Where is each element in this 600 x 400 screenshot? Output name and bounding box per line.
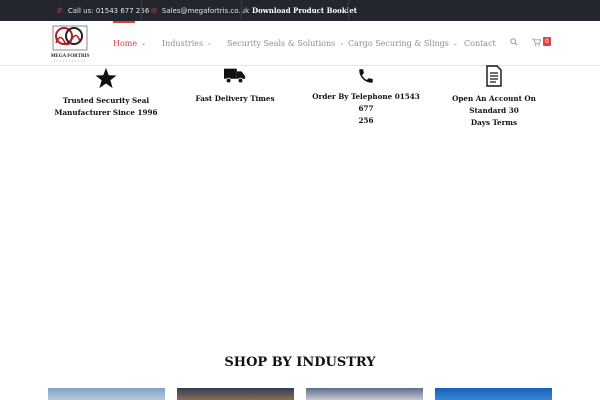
nav-security-seals[interactable]: Security Seals & Solutions ⌄ xyxy=(227,21,344,65)
feature-trusted-line1: Trusted Security Seal xyxy=(62,96,150,105)
chevron-down-icon: ⌄ xyxy=(207,39,213,47)
chevron-down-icon: ⌄ xyxy=(141,39,147,47)
feature-delivery: Fast Delivery Times xyxy=(180,67,290,105)
shop-by-industry-title: SHOP BY INDUSTRY xyxy=(224,355,376,370)
site-header: MEGA FORTRIS Home ⌄ Industries ⌄ Security … xyxy=(0,21,600,66)
booklet-text: Download Product Booklet xyxy=(252,6,358,15)
chevron-down-icon: ⌄ xyxy=(452,39,458,47)
feature-telephone: Order By Telephone 01543 677 256 xyxy=(305,67,427,127)
top-bar: ✆ Call us: 01543 677 256 ✉ Sales@megafor… xyxy=(0,0,600,21)
mail-icon: ✉ xyxy=(151,6,157,15)
truck-icon xyxy=(224,68,246,84)
industry-tile[interactable] xyxy=(306,388,423,400)
phone-text: Call us: 01543 677 256 xyxy=(67,6,150,15)
chevron-down-icon: ⌄ xyxy=(339,39,345,47)
nav-cargo-securing-label: Cargo Securing & Slings xyxy=(348,38,449,48)
feature-account-line2: Days Terms xyxy=(470,118,518,127)
divider xyxy=(241,0,242,21)
email-text: Sales@megafortris.co.uk xyxy=(161,6,250,15)
phone-icon xyxy=(359,69,373,83)
divider xyxy=(348,0,349,21)
feature-delivery-line1: Fast Delivery Times xyxy=(195,94,275,103)
nav-contact[interactable]: Contact xyxy=(464,21,496,65)
search-icon[interactable] xyxy=(510,38,518,46)
phone-contact[interactable]: ✆ Call us: 01543 677 256 xyxy=(57,0,149,21)
cart-icon xyxy=(532,37,541,46)
nav-home-label: Home xyxy=(113,38,138,48)
feature-trusted-line2: Manufacturer Since 1996 xyxy=(54,108,158,117)
nav-security-seals-label: Security Seals & Solutions xyxy=(227,38,336,48)
industry-tile[interactable] xyxy=(435,388,552,400)
star-icon xyxy=(95,67,117,89)
feature-account: Open An Account On Standard 30 Days Term… xyxy=(433,65,555,129)
cart-count-badge: 0 xyxy=(543,37,551,46)
booklet-link[interactable]: Download Product Booklet xyxy=(252,0,357,21)
phone-icon: ✆ xyxy=(57,6,63,15)
divider xyxy=(141,0,142,21)
logo-mark: MEGA FORTRIS xyxy=(51,25,90,62)
logo-text: MEGA FORTRIS xyxy=(51,54,90,59)
feature-telephone-line2: 256 xyxy=(358,116,374,125)
email-contact[interactable]: ✉ Sales@megafortris.co.uk xyxy=(151,0,249,21)
site-logo[interactable]: MEGA FORTRIS xyxy=(50,23,90,65)
cart-button[interactable]: 0 xyxy=(532,37,551,46)
nav-industries[interactable]: Industries ⌄ xyxy=(162,21,212,65)
nav-home[interactable]: Home ⌄ xyxy=(113,21,146,65)
feature-account-line1: Open An Account On Standard 30 xyxy=(452,94,536,115)
industry-tile[interactable] xyxy=(48,388,165,400)
nav-industries-label: Industries xyxy=(162,38,204,48)
industry-tile[interactable] xyxy=(177,388,294,400)
document-icon xyxy=(486,65,502,87)
nav-cargo-securing[interactable]: Cargo Securing & Slings ⌄ xyxy=(348,21,458,65)
nav-contact-label: Contact xyxy=(464,38,496,48)
feature-trusted: Trusted Security Seal Manufacturer Since… xyxy=(45,67,167,119)
feature-telephone-line1: Order By Telephone 01543 677 xyxy=(312,92,420,113)
